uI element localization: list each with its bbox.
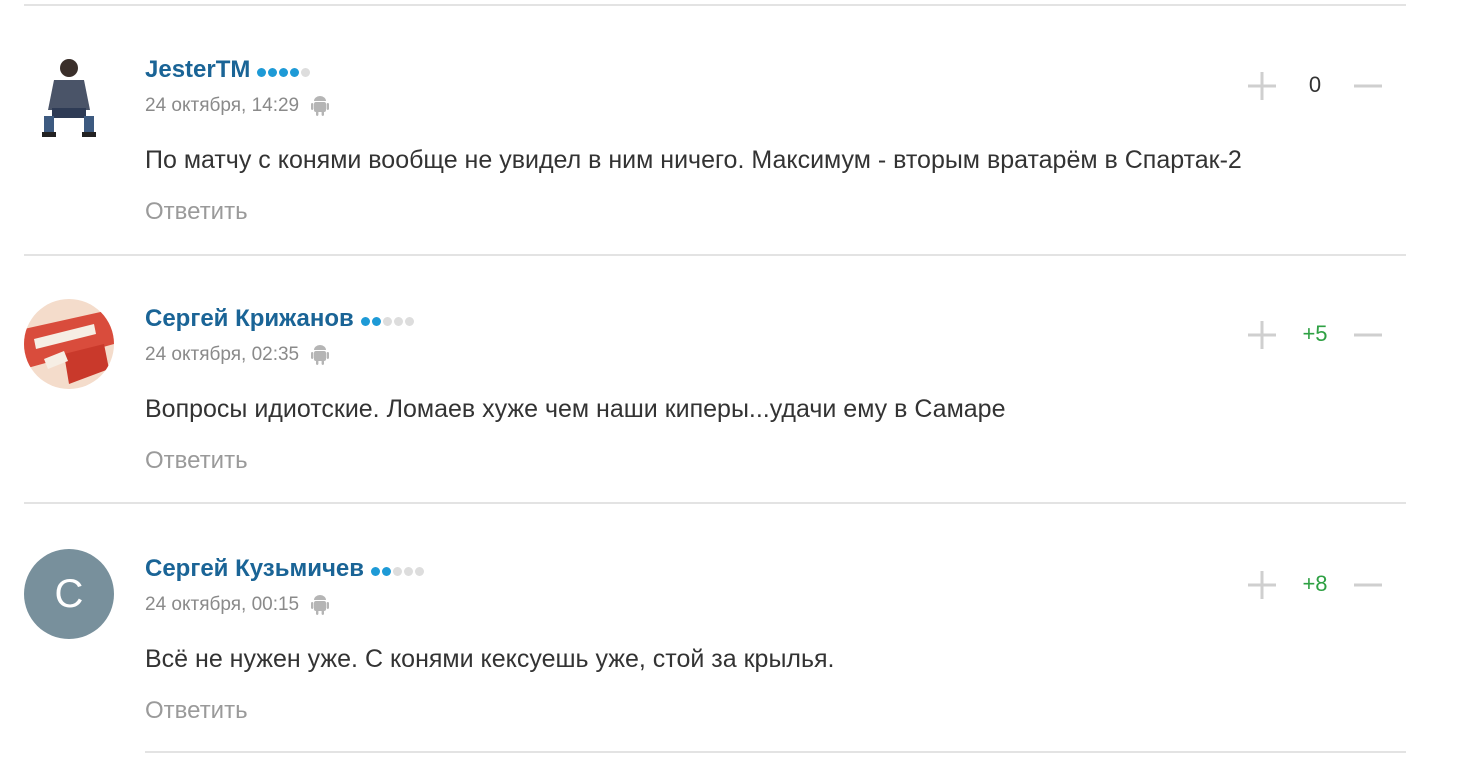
rank-dots bbox=[360, 316, 416, 326]
minus-icon[interactable] bbox=[1350, 567, 1386, 603]
plus-icon[interactable] bbox=[1244, 68, 1280, 104]
comment-text: Всё не нужен уже. С конями кексуешь уже,… bbox=[145, 645, 835, 673]
reply-link[interactable]: Ответить bbox=[145, 198, 248, 226]
plus-icon[interactable] bbox=[1244, 567, 1280, 603]
vote-score: 0 bbox=[1308, 72, 1322, 97]
comment-text: Вопросы идиотские. Ломаев хуже чем наши … bbox=[145, 395, 1006, 423]
minus-icon[interactable] bbox=[1350, 317, 1386, 353]
vote-score: +5 bbox=[1302, 321, 1328, 346]
author-name[interactable]: Сергей Кузьмичев bbox=[145, 555, 364, 583]
android-icon bbox=[311, 345, 330, 365]
avatar[interactable]: С bbox=[24, 549, 114, 639]
divider-bottom bbox=[145, 751, 1406, 753]
comment-date: 24 октября, 14:29 bbox=[145, 95, 300, 116]
reply-link[interactable]: Ответить bbox=[145, 447, 248, 475]
comment-date: 24 октября, 00:15 bbox=[145, 594, 300, 615]
avatar[interactable] bbox=[24, 299, 114, 389]
android-icon bbox=[311, 96, 330, 116]
comment-item: JesterTM 24 октября, 14:29 По матчу с ко… bbox=[0, 6, 1460, 254]
comment-text: По матчу с конями вообще не увидел в ним… bbox=[145, 146, 1242, 174]
vote-control: +5 bbox=[1244, 317, 1384, 357]
rank-dots bbox=[371, 566, 426, 576]
comment-item: С Сергей Кузьмичев 24 октября, 00:15 Всё… bbox=[0, 505, 1460, 753]
comment-date: 24 октября, 02:35 bbox=[145, 344, 300, 365]
vote-control: 0 bbox=[1244, 68, 1384, 108]
vote-score: +8 bbox=[1302, 571, 1328, 596]
comment-item: Сергей Крижанов 24 октября, 02:35 Вопрос… bbox=[0, 255, 1460, 503]
author-name[interactable]: Сергей Крижанов bbox=[145, 305, 354, 333]
android-icon bbox=[311, 595, 330, 615]
rank-dots bbox=[257, 67, 312, 77]
author-name[interactable]: JesterTM bbox=[145, 56, 250, 84]
vote-control: +8 bbox=[1244, 567, 1384, 607]
plus-icon[interactable] bbox=[1244, 317, 1280, 353]
avatar[interactable] bbox=[24, 50, 114, 140]
minus-icon[interactable] bbox=[1350, 68, 1386, 104]
divider bbox=[24, 502, 1406, 504]
reply-link[interactable]: Ответить bbox=[145, 697, 248, 725]
